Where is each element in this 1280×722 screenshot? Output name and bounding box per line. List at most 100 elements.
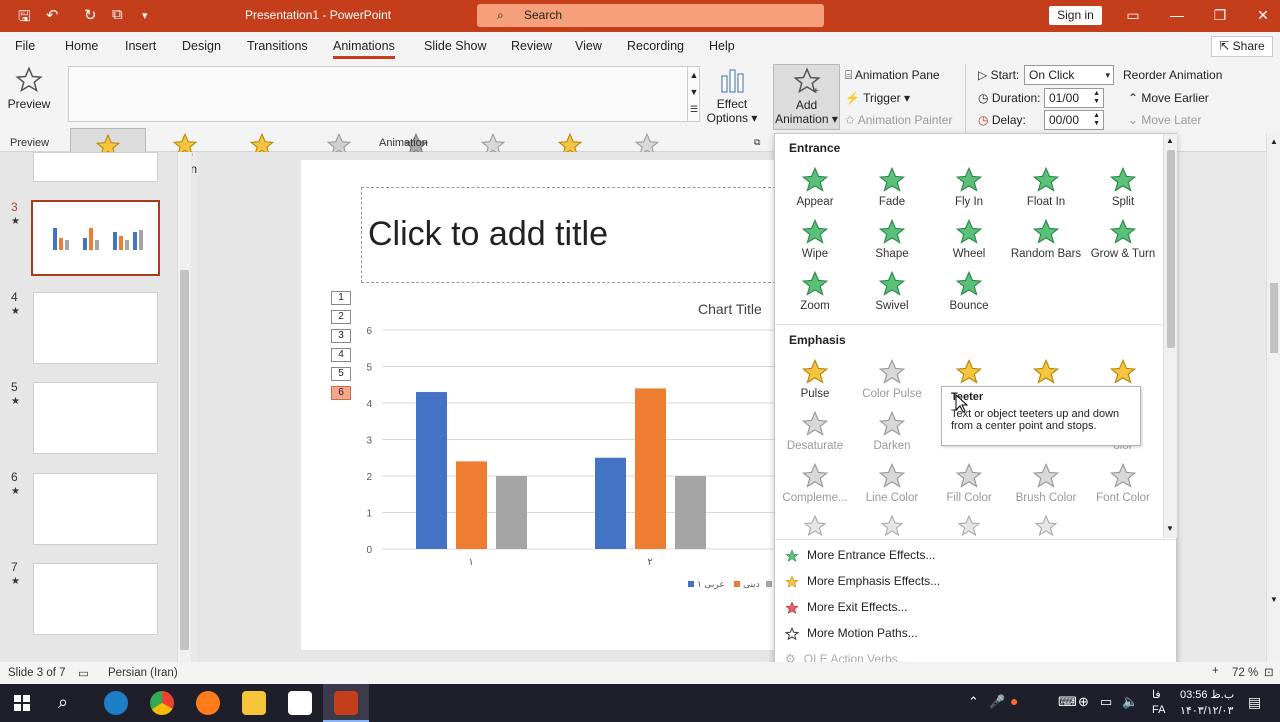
powerpoint-taskbar-active[interactable]	[323, 684, 369, 722]
tab-animations[interactable]: Animations	[333, 39, 395, 59]
entrance-effect[interactable]: Fade	[854, 166, 930, 208]
animation-order-tag[interactable]: 2	[331, 310, 351, 324]
present-icon[interactable]: ⧉	[112, 6, 123, 23]
sign-in-button[interactable]: Sign in	[1049, 6, 1102, 25]
entrance-effect[interactable]: Bounce	[931, 270, 1007, 312]
gallery-up-icon[interactable]: ▲	[688, 67, 700, 84]
language-indicator[interactable]: Persian (Iran)	[108, 667, 178, 679]
move-later-button[interactable]: ⌄ Move Later	[1128, 113, 1201, 127]
gallery-scroll[interactable]: ▲ ▼ ☰	[687, 67, 700, 121]
entrance-effect[interactable]: Grow & Turn	[1085, 218, 1161, 260]
slide-thumbnail[interactable]	[33, 382, 158, 454]
spinner-icon[interactable]: ▲ ▼	[1093, 112, 1100, 128]
slide-thumbnail[interactable]	[33, 563, 158, 635]
microphone-icon[interactable]: 🎤	[989, 694, 1005, 710]
undo-icon[interactable]: ↶	[46, 6, 59, 24]
animation-order-tag[interactable]: 3	[331, 329, 351, 343]
windows-start-icon[interactable]	[14, 695, 30, 711]
network-icon[interactable]: ⊕	[1078, 694, 1089, 710]
dialog-launcher-icon[interactable]: ⧉	[754, 137, 760, 148]
tab-design[interactable]: Design	[182, 39, 221, 53]
tab-help[interactable]: Help	[709, 39, 735, 53]
scroll-thumb[interactable]	[1167, 150, 1175, 348]
tab-recording[interactable]: Recording	[627, 39, 684, 53]
tab-slide-show[interactable]: Slide Show	[424, 39, 487, 53]
minimize-icon[interactable]: —	[1166, 4, 1188, 26]
share-button[interactable]: ⇱ Share	[1211, 36, 1273, 57]
slide-thumbnail[interactable]	[33, 152, 158, 182]
delay-field[interactable]: 00/00 ▲ ▼	[1044, 110, 1104, 130]
emphasis-effect[interactable]: Brush Color	[1008, 462, 1084, 504]
entrance-effect[interactable]: Zoom	[777, 270, 853, 312]
dropdown-scrollbar[interactable]: ▲ ▼	[1163, 134, 1177, 538]
zoom-in-icon[interactable]: +	[1212, 665, 1219, 677]
close-icon[interactable]: ✕	[1252, 4, 1274, 26]
title-placeholder[interactable]: Click to add title	[361, 187, 781, 283]
app-icon[interactable]	[288, 691, 312, 715]
volume-icon[interactable]: 🔈	[1122, 694, 1138, 710]
more-entrance-effects[interactable]: More Entrance Effects...	[785, 548, 936, 563]
animation-order-tag-selected[interactable]: 6	[331, 386, 351, 400]
more-emphasis-effects[interactable]: More Emphasis Effects...	[785, 574, 940, 589]
customize-qat-icon[interactable]: ▾	[142, 9, 148, 22]
language-secondary[interactable]: فا	[1152, 688, 1161, 701]
effect-options-button[interactable]: Effect Options ▾	[705, 66, 759, 125]
tab-review[interactable]: Review	[511, 39, 552, 53]
trigger-button[interactable]: ⚡ Trigger ▾	[845, 91, 910, 105]
chart[interactable]: 0 1 2 3 4 5 6 Chart Title ١ ٢ عربی ١ دینی	[356, 295, 776, 605]
tab-insert[interactable]: Insert	[125, 39, 156, 53]
entrance-effect[interactable]: Swivel	[854, 270, 930, 312]
fit-slide-icon[interactable]: ⊡	[1264, 665, 1274, 679]
scroll-up-icon[interactable]: ▲	[1166, 136, 1174, 145]
save-icon[interactable]: 🖫	[18, 6, 31, 31]
gallery-more-icon[interactable]: ☰	[688, 101, 700, 118]
firefox-icon[interactable]	[196, 691, 220, 715]
emphasis-effect[interactable]: Darken	[854, 410, 930, 452]
edit-scrollbar[interactable]: ▲ ▼	[1266, 133, 1280, 662]
scroll-down-icon[interactable]: ▼	[1270, 595, 1278, 604]
edge-icon[interactable]	[104, 691, 128, 715]
emphasis-effect[interactable]: Pulse	[777, 358, 853, 400]
chrome-icon[interactable]	[150, 691, 174, 715]
entrance-effect[interactable]: Random Bars	[1008, 218, 1084, 260]
scroll-down-icon[interactable]: ▼	[1166, 524, 1174, 533]
entrance-effect[interactable]: Shape	[854, 218, 930, 260]
clock-date[interactable]: ۱۴۰۳/۱۲/۰۳	[1180, 704, 1233, 717]
slide-thumbnail[interactable]	[33, 473, 158, 545]
tray-app-icon[interactable]: ●	[1010, 693, 1018, 709]
battery-icon[interactable]: ▭	[1100, 694, 1112, 710]
tab-view[interactable]: View	[575, 39, 602, 53]
emphasis-effect[interactable]	[1008, 358, 1084, 388]
language-code[interactable]: FA	[1152, 704, 1165, 716]
tab-file[interactable]: File	[15, 39, 35, 53]
redo-icon[interactable]: ↻	[84, 6, 97, 24]
more-exit-effects[interactable]: More Exit Effects...	[785, 600, 907, 615]
animation-order-tag[interactable]: 5	[331, 367, 351, 381]
notification-icon[interactable]: ▤	[1248, 694, 1261, 711]
clock-time[interactable]: 03:56 ب.ظ	[1180, 688, 1234, 701]
zoom-level[interactable]: 72 %	[1232, 667, 1258, 679]
scroll-thumb[interactable]	[180, 270, 189, 650]
move-earlier-button[interactable]: ⌃ Move Earlier	[1128, 91, 1209, 105]
scroll-thumb[interactable]	[1270, 283, 1278, 353]
emphasis-effect[interactable]: Fill Color	[931, 462, 1007, 504]
add-animation-button[interactable]: + Add Animation ▾	[773, 64, 840, 130]
more-motion-paths[interactable]: More Motion Paths...	[784, 626, 918, 641]
notes-icon[interactable]: ▭	[78, 666, 89, 680]
emphasis-effect[interactable]	[777, 514, 853, 538]
tab-home[interactable]: Home	[65, 39, 98, 53]
entrance-effect[interactable]: Appear	[777, 166, 853, 208]
slide-thumbnail[interactable]	[33, 292, 158, 364]
emphasis-effect[interactable]	[1008, 514, 1084, 538]
gallery-down-icon[interactable]: ▼	[688, 84, 700, 101]
file-explorer-icon[interactable]	[242, 691, 266, 715]
animation-order-tag[interactable]: 4	[331, 348, 351, 362]
start-select[interactable]: On Click ▾	[1024, 65, 1114, 85]
search-icon[interactable]: ⌕	[58, 692, 68, 713]
emphasis-effect[interactable]	[854, 514, 930, 538]
tab-transitions[interactable]: Transitions	[247, 39, 308, 53]
maximize-icon[interactable]: ❐	[1209, 4, 1231, 26]
animation-order-tag[interactable]: 1	[331, 291, 351, 305]
emphasis-effect[interactable]	[931, 358, 1007, 388]
entrance-effect[interactable]: Split	[1085, 166, 1161, 208]
